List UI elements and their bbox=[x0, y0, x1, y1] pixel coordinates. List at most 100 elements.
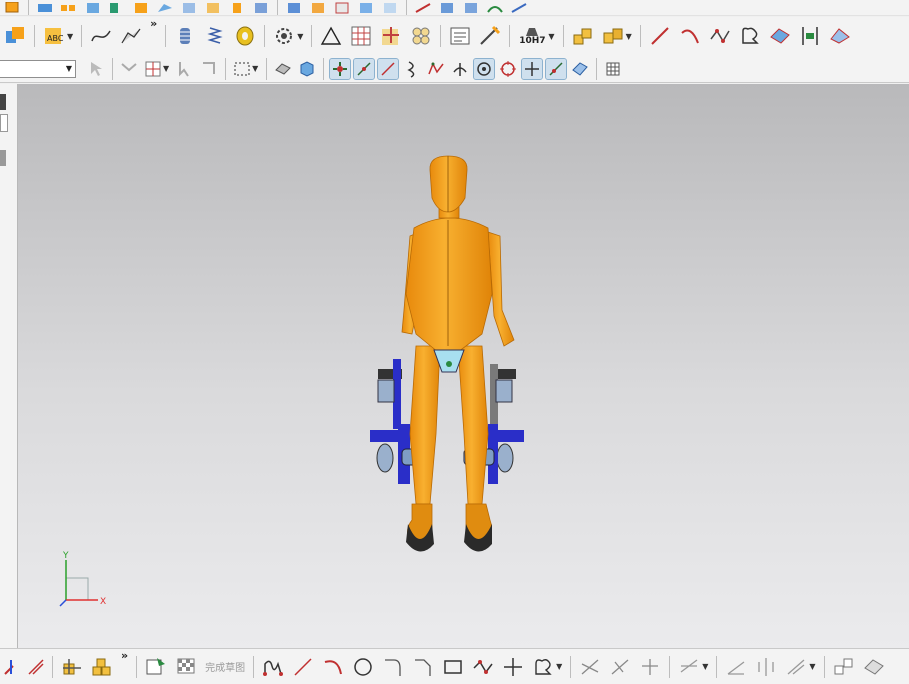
select-box-icon[interactable] bbox=[199, 59, 219, 79]
snap-face-icon[interactable] bbox=[570, 59, 590, 79]
chevron-down-icon[interactable]: ▼ bbox=[626, 32, 632, 41]
extend-icon[interactable] bbox=[608, 655, 632, 679]
edge-icon[interactable] bbox=[332, 0, 352, 15]
snap-center-icon[interactable] bbox=[473, 57, 496, 80]
table-icon[interactable] bbox=[603, 59, 623, 79]
chevron-down-icon[interactable]: ▼ bbox=[297, 32, 303, 41]
parts-icon[interactable] bbox=[571, 24, 595, 48]
cut-icon[interactable] bbox=[380, 0, 400, 15]
block-icon[interactable] bbox=[35, 0, 55, 15]
shell-icon[interactable] bbox=[251, 0, 271, 15]
surface-patch-icon[interactable] bbox=[768, 24, 792, 48]
shape-icon[interactable] bbox=[485, 0, 505, 15]
dimension-icon[interactable] bbox=[478, 24, 502, 48]
finish-flag-icon[interactable] bbox=[174, 655, 198, 679]
coil-icon[interactable] bbox=[233, 24, 257, 48]
triangle-icon[interactable] bbox=[319, 24, 343, 48]
chevron-down-icon[interactable]: ▼ bbox=[548, 32, 554, 41]
chevron-down-icon[interactable]: ▼ bbox=[252, 64, 258, 73]
offset-icon[interactable] bbox=[531, 655, 555, 679]
resource-bar-tab[interactable] bbox=[0, 114, 8, 132]
resource-bar-tab[interactable] bbox=[0, 150, 6, 166]
gear-icon[interactable] bbox=[272, 24, 296, 48]
snap-intersect-icon[interactable] bbox=[521, 57, 544, 80]
curve-icon[interactable] bbox=[437, 0, 457, 15]
pointer-icon[interactable] bbox=[86, 59, 106, 79]
sketch-view-icon[interactable] bbox=[144, 655, 168, 679]
measure-icon[interactable] bbox=[828, 24, 852, 48]
snap-on-curve-icon[interactable] bbox=[545, 57, 568, 80]
chevron-down-icon[interactable]: ▼ bbox=[163, 64, 169, 73]
arc-icon[interactable] bbox=[678, 24, 702, 48]
sketch-arc-icon[interactable] bbox=[321, 655, 345, 679]
surface-icon[interactable] bbox=[155, 0, 175, 15]
chevron-down-icon[interactable]: ▼ bbox=[556, 662, 562, 671]
polygon-icon[interactable] bbox=[471, 655, 495, 679]
heart-icon[interactable] bbox=[738, 24, 762, 48]
constraint-infer-icon[interactable] bbox=[26, 657, 46, 677]
array-icon[interactable] bbox=[59, 0, 79, 15]
assembly-icon[interactable] bbox=[3, 24, 27, 48]
select-box-icon[interactable] bbox=[232, 59, 252, 79]
graphics-viewport[interactable]: Y X bbox=[18, 84, 909, 648]
snap-curve-icon[interactable] bbox=[402, 59, 422, 79]
ruler-icon[interactable] bbox=[413, 0, 433, 15]
extrude-icon[interactable] bbox=[83, 0, 103, 15]
book-icon[interactable] bbox=[203, 0, 223, 15]
snap-grid-icon[interactable] bbox=[143, 59, 163, 79]
polyline-icon[interactable] bbox=[708, 24, 732, 48]
misc-icon[interactable] bbox=[832, 655, 856, 679]
chevron-down-icon[interactable]: ▼ bbox=[809, 662, 815, 671]
grid-icon[interactable] bbox=[349, 24, 373, 48]
section-icon[interactable] bbox=[798, 24, 822, 48]
snap-control-icon[interactable] bbox=[426, 59, 446, 79]
dimension-sketch-icon[interactable] bbox=[677, 655, 701, 679]
fillet-icon[interactable] bbox=[381, 655, 405, 679]
thread-icon[interactable] bbox=[173, 24, 197, 48]
note-icon[interactable] bbox=[448, 24, 472, 48]
filter-icon[interactable] bbox=[119, 59, 139, 79]
assembly-load-icon[interactable] bbox=[60, 655, 84, 679]
drape-icon[interactable] bbox=[461, 0, 481, 15]
view-cube-icon[interactable] bbox=[297, 59, 317, 79]
dome-icon[interactable] bbox=[308, 0, 328, 15]
angle-icon[interactable] bbox=[724, 655, 748, 679]
rectangle-icon[interactable] bbox=[441, 655, 465, 679]
view-solid-icon[interactable] bbox=[273, 59, 293, 79]
perpendicular-icon[interactable] bbox=[754, 655, 778, 679]
line-icon[interactable] bbox=[648, 24, 672, 48]
spring-icon[interactable] bbox=[203, 24, 227, 48]
pattern-icon[interactable] bbox=[409, 24, 433, 48]
trim-icon[interactable] bbox=[578, 655, 602, 679]
chevron-down-icon[interactable]: ▼ bbox=[702, 662, 708, 671]
freeform-icon[interactable] bbox=[119, 24, 143, 48]
chevron-down-icon[interactable]: ▼ bbox=[67, 32, 73, 41]
sketch-plus-icon[interactable] bbox=[379, 24, 403, 48]
cylinder-icon[interactable] bbox=[227, 0, 247, 15]
spline-icon[interactable] bbox=[89, 24, 113, 48]
profile-icon[interactable] bbox=[261, 655, 285, 679]
more-chevron-icon[interactable]: » bbox=[121, 649, 128, 662]
cube-icon[interactable] bbox=[2, 0, 22, 15]
quick-pick-icon[interactable] bbox=[175, 59, 195, 79]
selection-filter-dropdown[interactable]: ▼ bbox=[0, 59, 76, 78]
snap-midpoint-icon[interactable] bbox=[353, 57, 376, 80]
pipe-icon[interactable] bbox=[107, 0, 127, 15]
point-icon[interactable] bbox=[501, 655, 525, 679]
chamfer-icon[interactable] bbox=[179, 0, 199, 15]
sketch-line-icon[interactable] bbox=[291, 655, 315, 679]
box-icon[interactable] bbox=[131, 0, 151, 15]
resource-bar-tab[interactable] bbox=[0, 94, 6, 110]
snap-tangent-icon[interactable] bbox=[498, 59, 518, 79]
axis-icon[interactable] bbox=[2, 657, 22, 677]
snap-perp-icon[interactable] bbox=[450, 59, 470, 79]
rotate-icon[interactable] bbox=[509, 0, 529, 15]
more-chevron-icon[interactable]: » bbox=[150, 17, 157, 30]
corner-icon[interactable] bbox=[638, 655, 662, 679]
snap-line-icon[interactable] bbox=[377, 57, 400, 80]
finish-sketch-button[interactable]: 完成草图 bbox=[205, 659, 245, 674]
constraint-icon[interactable] bbox=[601, 24, 625, 48]
intersect-icon[interactable] bbox=[356, 0, 376, 15]
snap-endpoint-icon[interactable] bbox=[329, 57, 352, 80]
components-icon[interactable] bbox=[90, 655, 114, 679]
